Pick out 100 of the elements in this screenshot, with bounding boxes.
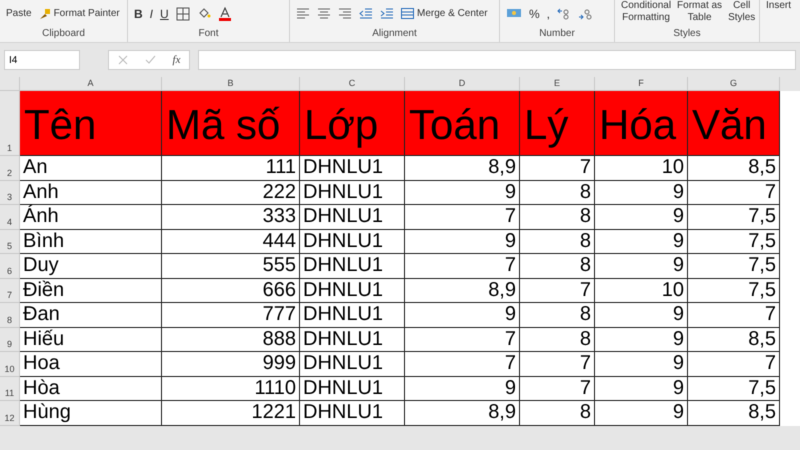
table-cell: 555 [162, 254, 300, 278]
table-cell: An [20, 156, 162, 180]
table-cell: 1110 [162, 376, 300, 401]
table-cell: DHNLU1 [300, 254, 405, 278]
fill-bucket-icon[interactable] [196, 6, 211, 20]
underline-button[interactable]: U [160, 6, 169, 20]
table-cell: 8 [520, 303, 595, 328]
increase-decimal-icon[interactable] [557, 8, 572, 20]
group-label: Alignment [371, 28, 418, 41]
align-left-icon[interactable] [296, 8, 310, 20]
column-header[interactable]: F [595, 77, 688, 91]
decrease-indent-icon[interactable] [359, 8, 373, 20]
column-header[interactable]: D [405, 77, 520, 91]
table-cell: 8 [520, 205, 595, 230]
column-header[interactable]: G [688, 77, 780, 91]
align-right-icon[interactable] [338, 8, 352, 20]
table-cell: Bình [20, 230, 162, 254]
table-cell: 7 [520, 156, 595, 180]
table-cell: 9 [595, 328, 688, 352]
table-cell: 8 [520, 180, 595, 205]
align-center-icon[interactable] [317, 8, 331, 20]
table-cell: 8 [520, 254, 595, 278]
table-cell: 7 [405, 254, 520, 278]
table-cell: 8,5 [688, 328, 780, 352]
font-color-icon[interactable] [218, 6, 232, 20]
borders-icon[interactable] [176, 6, 190, 20]
column-header[interactable]: E [520, 77, 595, 91]
paintbrush-icon [38, 8, 51, 20]
table-header-cell: Lớp [300, 91, 405, 156]
table-cell: Ánh [20, 205, 162, 230]
percent-button[interactable]: % [529, 6, 540, 20]
table-cell: DHNLU1 [300, 328, 405, 352]
row-header[interactable]: 8 [0, 303, 20, 328]
row-header[interactable]: 12 [0, 401, 20, 426]
increase-indent-icon[interactable] [380, 8, 394, 20]
row-header[interactable]: 10 [0, 352, 20, 376]
insert-function-button[interactable]: fx [172, 54, 180, 66]
row-header[interactable]: 7 [0, 278, 20, 303]
table-cell: 7 [405, 328, 520, 352]
row-header[interactable]: 1 [0, 91, 20, 156]
table-cell: 222 [162, 180, 300, 205]
row-header[interactable]: 5 [0, 230, 20, 254]
format-painter-button[interactable]: Format Painter [38, 8, 120, 20]
merge-center-button[interactable]: Merge & Center [401, 8, 488, 19]
table-cell: 7 [688, 303, 780, 328]
table-header-cell: Mã số [162, 91, 300, 156]
table-cell: 8,5 [688, 156, 780, 180]
format-as-table-button[interactable]: Format as Table [677, 0, 722, 24]
table-cell: DHNLU1 [300, 230, 405, 254]
table-cell: 8,9 [405, 156, 520, 180]
table-cell: 8 [520, 401, 595, 426]
table-cell: 9 [405, 376, 520, 401]
row-header[interactable]: 3 [0, 180, 20, 205]
table-cell: 7 [520, 278, 595, 303]
bold-button[interactable]: B [134, 6, 143, 20]
name-box[interactable]: I4 [4, 50, 80, 70]
table-header-cell: Lý [520, 91, 595, 156]
conditional-formatting-button[interactable]: Conditional Formatting [621, 0, 672, 24]
italic-button[interactable]: I [150, 6, 154, 20]
table-cell: 111 [162, 156, 300, 180]
table-cell: Hùng [20, 401, 162, 426]
comma-button[interactable]: , [546, 6, 550, 20]
currency-icon[interactable] [506, 8, 522, 20]
table-cell: Điền [20, 278, 162, 303]
cell-styles-button[interactable]: Cell Styles [728, 0, 756, 24]
table-cell: Hiếu [20, 328, 162, 352]
table-cell: 9 [595, 303, 688, 328]
table-cell: 7 [520, 352, 595, 376]
table-cell: 8 [520, 328, 595, 352]
paste-button[interactable]: Paste [6, 8, 32, 19]
table-cell: Hòa [20, 376, 162, 401]
table-cell: 444 [162, 230, 300, 254]
table-cell: Hoa [20, 352, 162, 376]
column-header[interactable]: B [162, 77, 300, 91]
row-header[interactable]: 2 [0, 156, 20, 180]
table-cell: DHNLU1 [300, 180, 405, 205]
row-header[interactable]: 6 [0, 254, 20, 278]
merge-cells-icon [401, 8, 414, 19]
table-cell: 888 [162, 328, 300, 352]
column-header[interactable]: A [20, 77, 162, 91]
group-label: Number [538, 28, 576, 41]
formula-input[interactable] [198, 50, 796, 70]
table-cell: 9 [595, 230, 688, 254]
group-label: Clipboard [41, 28, 86, 41]
table-cell: 8,5 [688, 401, 780, 426]
table-cell: 999 [162, 352, 300, 376]
column-header[interactable]: C [300, 77, 405, 91]
table-cell: 8,9 [405, 278, 520, 303]
decrease-decimal-icon[interactable] [578, 8, 592, 20]
insert-button[interactable]: Insert [766, 0, 792, 12]
table-cell: DHNLU1 [300, 352, 405, 376]
table-cell: 1221 [162, 401, 300, 426]
table-cell: 9 [405, 180, 520, 205]
table-cell: Đan [20, 303, 162, 328]
table-cell: 10 [595, 278, 688, 303]
row-header[interactable]: 4 [0, 205, 20, 230]
row-header[interactable]: 11 [0, 376, 20, 401]
enter-check-icon[interactable] [144, 55, 156, 65]
row-header[interactable]: 9 [0, 328, 20, 352]
table-cell: 777 [162, 303, 300, 328]
